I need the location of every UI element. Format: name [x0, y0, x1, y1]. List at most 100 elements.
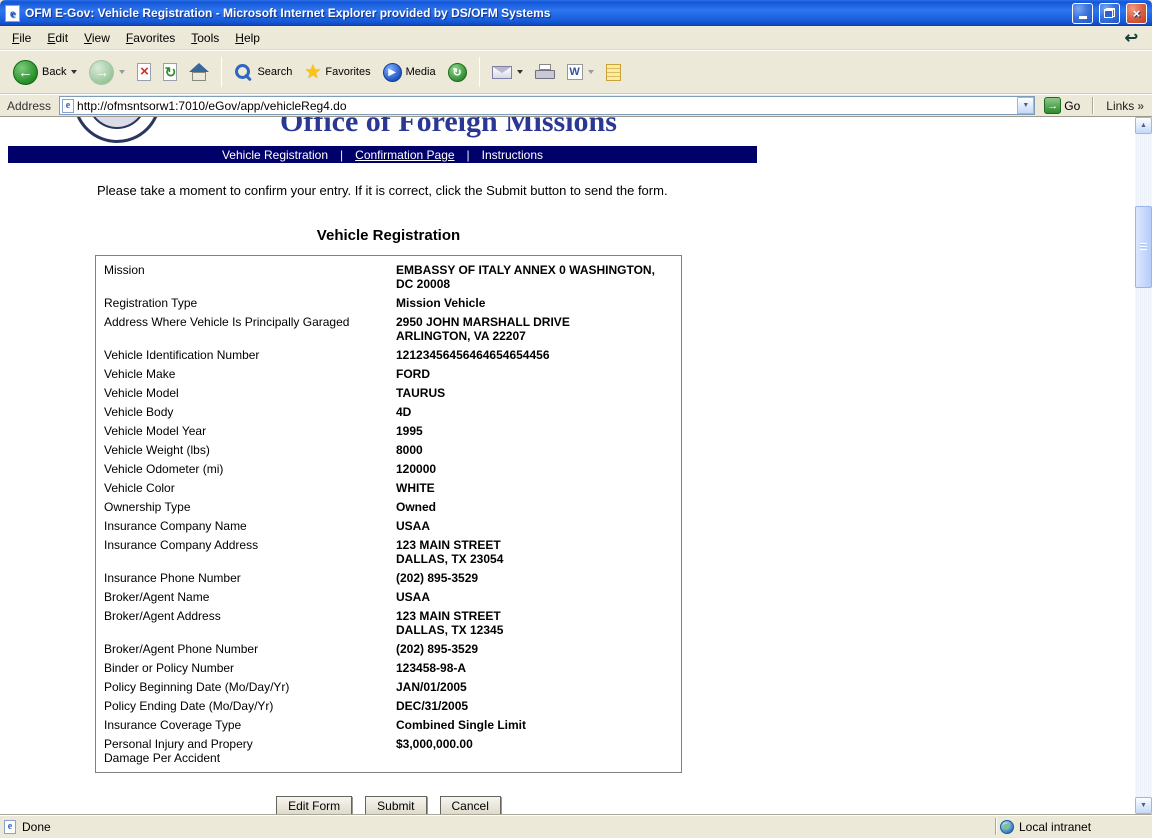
browser-viewport: Office of Foreign Missions Vehicle Regis…: [0, 117, 1152, 814]
intranet-globe-icon: [1000, 820, 1014, 834]
field-row: Vehicle Color WHITE: [104, 481, 673, 495]
field-label: Policy Beginning Date (Mo/Day/Yr): [104, 680, 396, 694]
scroll-down-button[interactable]: ▼: [1135, 797, 1152, 814]
window-title: OFM E-Gov: Vehicle Registration - Micros…: [25, 6, 1066, 20]
menu-item-file[interactable]: File: [4, 28, 39, 48]
scroll-track[interactable]: [1135, 134, 1152, 797]
field-value: EMBASSY OF ITALY ANNEX 0 WASHINGTON, DC …: [396, 263, 673, 291]
nav-separator: |: [340, 148, 343, 162]
field-value: 123458-98-A: [396, 661, 673, 675]
field-label: Vehicle Identification Number: [104, 348, 396, 362]
window-ie-icon[interactable]: e: [5, 5, 20, 22]
zone-text: Local intranet: [1019, 820, 1091, 834]
field-value: (202) 895-3529: [396, 571, 673, 585]
nav-separator: |: [467, 148, 470, 162]
field-row: Broker/Agent Address 123 MAIN STREET DAL…: [104, 609, 673, 637]
media-button[interactable]: ▶ Media: [378, 60, 441, 85]
field-label: Ownership Type: [104, 500, 396, 514]
menu-item-edit[interactable]: Edit: [39, 28, 76, 48]
statusbar-separator: [995, 818, 997, 835]
field-label: Insurance Phone Number: [104, 571, 396, 585]
print-button[interactable]: [530, 61, 560, 83]
scroll-thumb[interactable]: [1135, 206, 1152, 288]
details-table: Mission EMBASSY OF ITALY ANNEX 0 WASHING…: [95, 255, 682, 773]
submit-button[interactable]: Submit: [365, 796, 426, 814]
field-value: 12123456456464654654456: [396, 348, 673, 362]
go-arrow-icon: →: [1044, 97, 1061, 114]
field-label: Insurance Company Address: [104, 538, 396, 566]
search-button[interactable]: Search: [229, 60, 297, 85]
address-label: Address: [4, 99, 54, 113]
favorites-star-icon: ★: [304, 63, 321, 82]
discuss-button[interactable]: [601, 61, 626, 84]
field-value: Mission Vehicle: [396, 296, 673, 310]
forward-button[interactable]: →: [84, 57, 130, 88]
site-nav: Vehicle Registration | Confirmation Page | I…: [8, 146, 757, 163]
go-button[interactable]: → Go: [1040, 97, 1084, 114]
history-icon: ↻: [448, 63, 467, 82]
word-icon: W: [567, 64, 583, 80]
cancel-button[interactable]: Cancel: [440, 796, 501, 814]
section-title: Vehicle Registration: [95, 227, 682, 244]
menu-item-favorites[interactable]: Favorites: [118, 28, 183, 48]
scroll-up-button[interactable]: ▲: [1135, 117, 1152, 134]
history-button[interactable]: ↻: [443, 60, 472, 85]
address-input[interactable]: [77, 98, 1017, 113]
menu-item-help[interactable]: Help: [227, 28, 268, 48]
field-label: Vehicle Make: [104, 367, 396, 381]
field-value: (202) 895-3529: [396, 642, 673, 656]
nav-item[interactable]: Confirmation Page: [355, 148, 454, 162]
field-row: Insurance Coverage Type Combined Single …: [104, 718, 673, 732]
title-bar: e OFM E-Gov: Vehicle Registration - Micr…: [0, 0, 1152, 26]
favorites-button[interactable]: ★ Favorites: [299, 60, 375, 85]
browser-window: e OFM E-Gov: Vehicle Registration - Micr…: [0, 0, 1152, 838]
restore-button[interactable]: [1099, 3, 1120, 24]
field-label: Vehicle Model: [104, 386, 396, 400]
close-button[interactable]: ×: [1126, 3, 1147, 24]
field-row: Insurance Company Name USAA: [104, 519, 673, 533]
discuss-notepad-icon: [606, 64, 621, 81]
search-icon: [234, 63, 253, 82]
refresh-button[interactable]: ↻: [158, 60, 182, 84]
back-dropdown-icon[interactable]: [71, 70, 77, 74]
stop-icon: ×: [137, 63, 151, 81]
home-button[interactable]: [184, 60, 214, 85]
field-value: Combined Single Limit: [396, 718, 673, 732]
field-label: Broker/Agent Phone Number: [104, 642, 396, 656]
field-label: Registration Type: [104, 296, 396, 310]
field-value: 123 MAIN STREET DALLAS, TX 12345: [396, 609, 673, 637]
address-dropdown-button[interactable]: ▼: [1017, 97, 1034, 114]
stop-button[interactable]: ×: [132, 60, 156, 84]
forward-dropdown-icon[interactable]: [119, 70, 125, 74]
back-label: Back: [42, 66, 66, 78]
edit-with-word-button[interactable]: W: [562, 61, 599, 83]
field-row: Vehicle Body 4D: [104, 405, 673, 419]
nav-item[interactable]: Instructions: [482, 148, 543, 162]
page-icon: e: [62, 99, 74, 113]
field-value: USAA: [396, 519, 673, 533]
refresh-icon: ↻: [163, 63, 177, 81]
mail-dropdown-icon[interactable]: [517, 70, 523, 74]
links-label: Links: [1106, 99, 1134, 113]
close-icon: ×: [1133, 6, 1141, 21]
site-brand-title: Office of Foreign Missions: [280, 117, 1135, 137]
field-label: Mission: [104, 263, 396, 291]
media-icon: ▶: [383, 63, 402, 82]
field-value: Owned: [396, 500, 673, 514]
menu-item-view[interactable]: View: [76, 28, 118, 48]
menu-bar-items: FileEditViewFavoritesToolsHelp: [4, 28, 268, 48]
edit-form-button[interactable]: Edit Form: [276, 796, 352, 814]
nav-item[interactable]: Vehicle Registration: [222, 148, 328, 162]
back-button[interactable]: ← Back: [8, 57, 82, 88]
standard-buttons-toolbar: ← Back → × ↻ Search ★ Favorites ▶ Media: [0, 50, 1152, 94]
mail-button[interactable]: [487, 63, 528, 82]
menu-item-tools[interactable]: Tools: [183, 28, 227, 48]
links-button[interactable]: Links »: [1102, 99, 1148, 113]
minimize-button[interactable]: [1072, 3, 1093, 24]
field-label: Address Where Vehicle Is Principally Gar…: [104, 315, 396, 343]
field-row: Registration Type Mission Vehicle: [104, 296, 673, 310]
menu-bar: FileEditViewFavoritesToolsHelp ↩: [0, 26, 1152, 50]
field-row: Insurance Phone Number (202) 895-3529: [104, 571, 673, 585]
edit-dropdown-icon[interactable]: [588, 70, 594, 74]
toolbar-separator: [479, 57, 480, 87]
